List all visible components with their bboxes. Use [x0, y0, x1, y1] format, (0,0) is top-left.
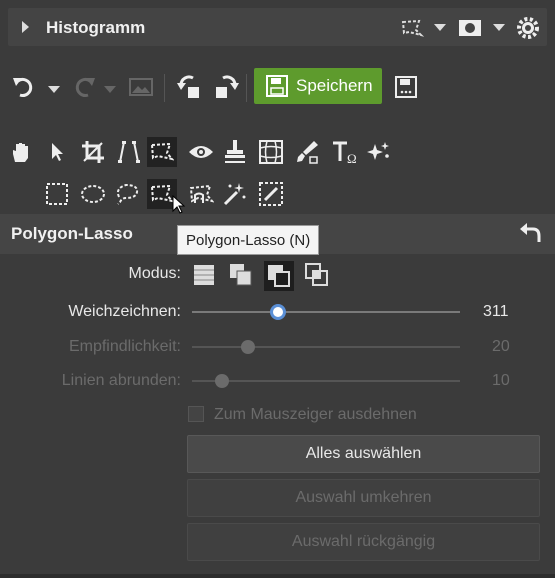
smooth-lines-label: Linien abrunden:	[61, 372, 181, 389]
main-toolbar: Speichern	[8, 60, 547, 120]
sensitivity-value: 20	[492, 338, 510, 355]
save-as-icon[interactable]	[392, 72, 420, 102]
mode-label: Modus:	[128, 265, 181, 282]
mask-icon[interactable]	[458, 18, 482, 43]
feather-value: 311	[483, 303, 509, 320]
bottom-edge	[0, 574, 555, 578]
smooth-lines-slider-track[interactable]	[192, 380, 460, 382]
mode-subtract-icon[interactable]	[264, 261, 294, 291]
undo-icon[interactable]	[10, 73, 40, 101]
save-button[interactable]: Speichern	[254, 68, 382, 104]
grid-icon[interactable]	[256, 137, 286, 167]
pointer-icon[interactable]	[42, 137, 72, 167]
chevron-down-icon[interactable]	[48, 86, 60, 93]
expand-to-cursor-checkbox[interactable]	[188, 406, 204, 422]
sensitivity-slider-thumb[interactable]	[241, 340, 255, 354]
histogram-header[interactable]: Histogramm	[8, 8, 547, 46]
sensitivity-slider-track[interactable]	[192, 346, 460, 348]
area-selection-icon[interactable]	[400, 18, 425, 43]
histogram-title: Histogramm	[46, 18, 146, 37]
magic-wand-icon[interactable]	[220, 179, 250, 209]
chevron-down-icon[interactable]	[493, 24, 505, 31]
rect-select-icon[interactable]	[42, 179, 72, 209]
image-icon[interactable]	[128, 75, 154, 99]
svg-text:Ω: Ω	[347, 151, 357, 165]
floppy-disk-icon	[266, 75, 288, 97]
mode-new-icon[interactable]	[191, 262, 217, 288]
panel-title: Polygon-Lasso	[11, 224, 133, 243]
invert-selection-button[interactable]: Auswahl umkehren	[187, 479, 540, 517]
text-icon[interactable]: Ω	[330, 137, 360, 167]
toolbar-divider	[164, 74, 165, 102]
rotate-left-icon[interactable]	[176, 72, 206, 102]
select-all-button[interactable]: Alles auswählen	[187, 435, 540, 473]
mode-intersect-icon[interactable]	[304, 262, 330, 288]
lasso-icon[interactable]	[112, 179, 142, 209]
mode-add-icon[interactable]	[228, 262, 254, 288]
rotate-right-icon[interactable]	[210, 72, 240, 102]
redo-icon[interactable]	[68, 73, 98, 101]
magnetic-lasso-icon[interactable]	[186, 179, 216, 209]
crop-icon[interactable]	[78, 137, 108, 167]
feather-slider-thumb[interactable]	[270, 304, 286, 320]
hand-icon[interactable]	[6, 137, 36, 167]
sparkle-icon[interactable]	[364, 137, 394, 167]
smooth-lines-slider-thumb[interactable]	[215, 374, 229, 388]
smooth-lines-value: 10	[492, 372, 510, 389]
polygon-lasso-icon[interactable]	[147, 137, 177, 167]
ellipse-select-icon[interactable]	[78, 179, 108, 209]
reset-icon[interactable]	[519, 222, 541, 249]
tooltip: Polygon-Lasso (N)	[177, 225, 320, 255]
save-button-label: Speichern	[296, 76, 373, 95]
eye-icon[interactable]	[186, 137, 216, 167]
brush-icon[interactable]	[292, 137, 322, 167]
feather-label: Weichzeichnen:	[68, 303, 181, 320]
clone-stamp-icon[interactable]	[220, 137, 250, 167]
toolbar-divider	[246, 74, 247, 102]
feather-slider-track[interactable]	[192, 311, 460, 313]
gradient-select-icon[interactable]	[256, 179, 286, 209]
chevron-down-icon[interactable]	[434, 24, 446, 31]
expand-to-cursor-label: Zum Mauszeiger ausdehnen	[214, 406, 417, 423]
undo-selection-button[interactable]: Auswahl rückgängig	[187, 523, 540, 561]
sensitivity-label: Empfindlichkeit:	[68, 338, 181, 355]
chevron-down-icon[interactable]	[104, 86, 116, 93]
gear-icon[interactable]	[516, 16, 540, 45]
perspective-icon[interactable]	[114, 137, 144, 167]
expand-arrow-icon[interactable]	[22, 21, 29, 33]
